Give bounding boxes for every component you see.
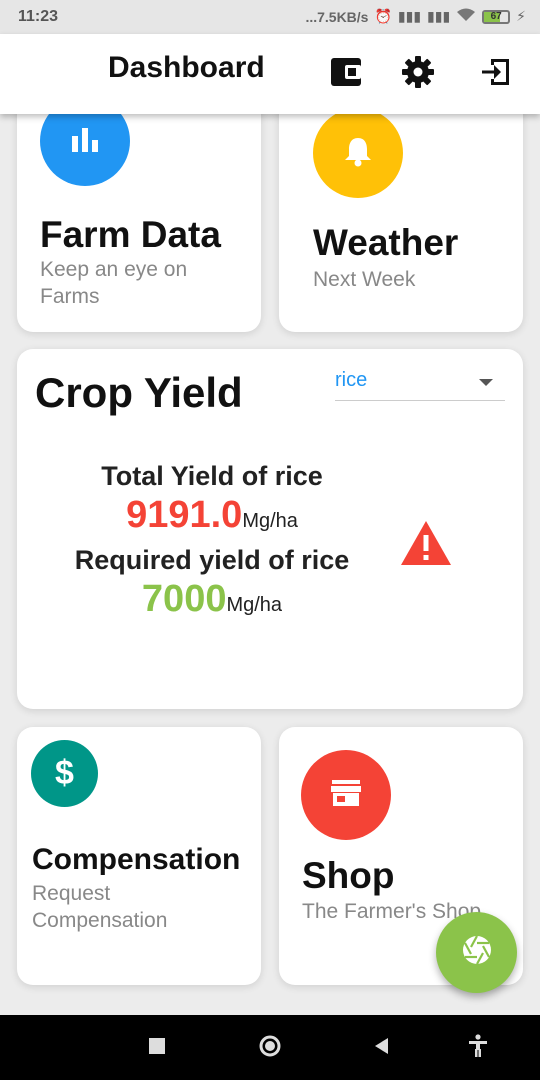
- shop-icon-circle: [301, 750, 391, 840]
- wallet-button[interactable]: [326, 54, 366, 94]
- required-yield-value: 7000: [141, 578, 227, 620]
- crop-yield-card: Crop Yield rice Total Yield of rice 9191…: [17, 349, 523, 709]
- charging-icon: ⚡: [516, 8, 526, 24]
- store-icon: [330, 779, 362, 812]
- page-title: Dashboard: [108, 51, 265, 84]
- app-bar: Dashboard: [0, 34, 540, 114]
- compensation-icon-circle: $: [31, 740, 98, 807]
- accessibility-icon: [468, 1033, 488, 1063]
- battery-level: 67: [490, 10, 502, 22]
- settings-gear-icon: [400, 54, 436, 95]
- accessibility-button[interactable]: [463, 1033, 493, 1063]
- compensation-subtitle: Request Compensation: [32, 882, 168, 932]
- warning-triangle-icon: [399, 519, 453, 572]
- total-yield-unit: Mg/ha: [242, 510, 298, 532]
- farm-data-card[interactable]: Farm Data Keep an eye on Farms: [17, 96, 261, 332]
- farm-data-title: Farm Data: [40, 214, 221, 255]
- weather-icon-circle: [313, 108, 403, 198]
- recent-apps-button[interactable]: [142, 1033, 172, 1063]
- crop-select[interactable]: rice: [335, 369, 505, 401]
- home-button[interactable]: [255, 1033, 285, 1063]
- bar-chart-icon: [70, 126, 100, 157]
- weather-subtitle: Next Week: [313, 268, 416, 291]
- required-yield-unit: Mg/ha: [226, 594, 283, 616]
- camera-fab-button[interactable]: [436, 912, 517, 993]
- alarm-icon: ⏰: [374, 8, 392, 24]
- total-yield-block: Total Yield of rice 9191.0Mg/ha: [17, 461, 407, 537]
- bell-icon: [343, 135, 373, 172]
- wifi-icon: [456, 8, 476, 25]
- camera-shutter-icon: [461, 934, 493, 971]
- total-yield-label: Total Yield of rice: [101, 461, 323, 491]
- signal-2-icon: ▮▮▮: [427, 8, 451, 24]
- dollar-icon: $: [55, 754, 74, 792]
- home-icon: [258, 1034, 282, 1063]
- network-speed: ...7.5KB/s: [305, 8, 369, 25]
- chevron-down-icon: [479, 379, 493, 386]
- status-indicators: ...7.5KB/s ⏰ ▮▮▮ ▮▮▮ 67 ⚡: [305, 8, 526, 25]
- compensation-card[interactable]: $ Compensation Request Compensation: [17, 727, 261, 985]
- shop-title: Shop: [302, 855, 395, 896]
- system-nav-bar: [0, 1015, 540, 1080]
- back-button[interactable]: [366, 1033, 396, 1063]
- required-yield-label: Required yield of rice: [74, 545, 350, 575]
- crop-yield-title: Crop Yield: [35, 369, 243, 416]
- crop-select-value: rice: [335, 369, 368, 391]
- status-time: 11:23: [18, 8, 59, 25]
- recent-apps-icon: [149, 1037, 165, 1059]
- back-icon: [373, 1037, 389, 1060]
- required-yield-block: Required yield of rice 7000Mg/ha: [17, 545, 407, 621]
- status-bar: 11:23 ...7.5KB/s ⏰ ▮▮▮ ▮▮▮ 67 ⚡: [0, 0, 540, 34]
- logout-icon: [479, 55, 513, 94]
- settings-button[interactable]: [398, 54, 438, 94]
- weather-title: Weather: [313, 222, 459, 263]
- battery-icon: 67: [482, 9, 511, 24]
- wallet-icon: [329, 56, 363, 93]
- logout-button[interactable]: [476, 54, 516, 94]
- weather-card[interactable]: Weather Next Week: [279, 96, 523, 332]
- signal-icon: ▮▮▮: [397, 8, 422, 24]
- total-yield-value: 9191.0: [126, 494, 243, 536]
- compensation-title: Compensation: [32, 843, 241, 876]
- farm-data-subtitle: Keep an eye on Farms: [40, 258, 188, 308]
